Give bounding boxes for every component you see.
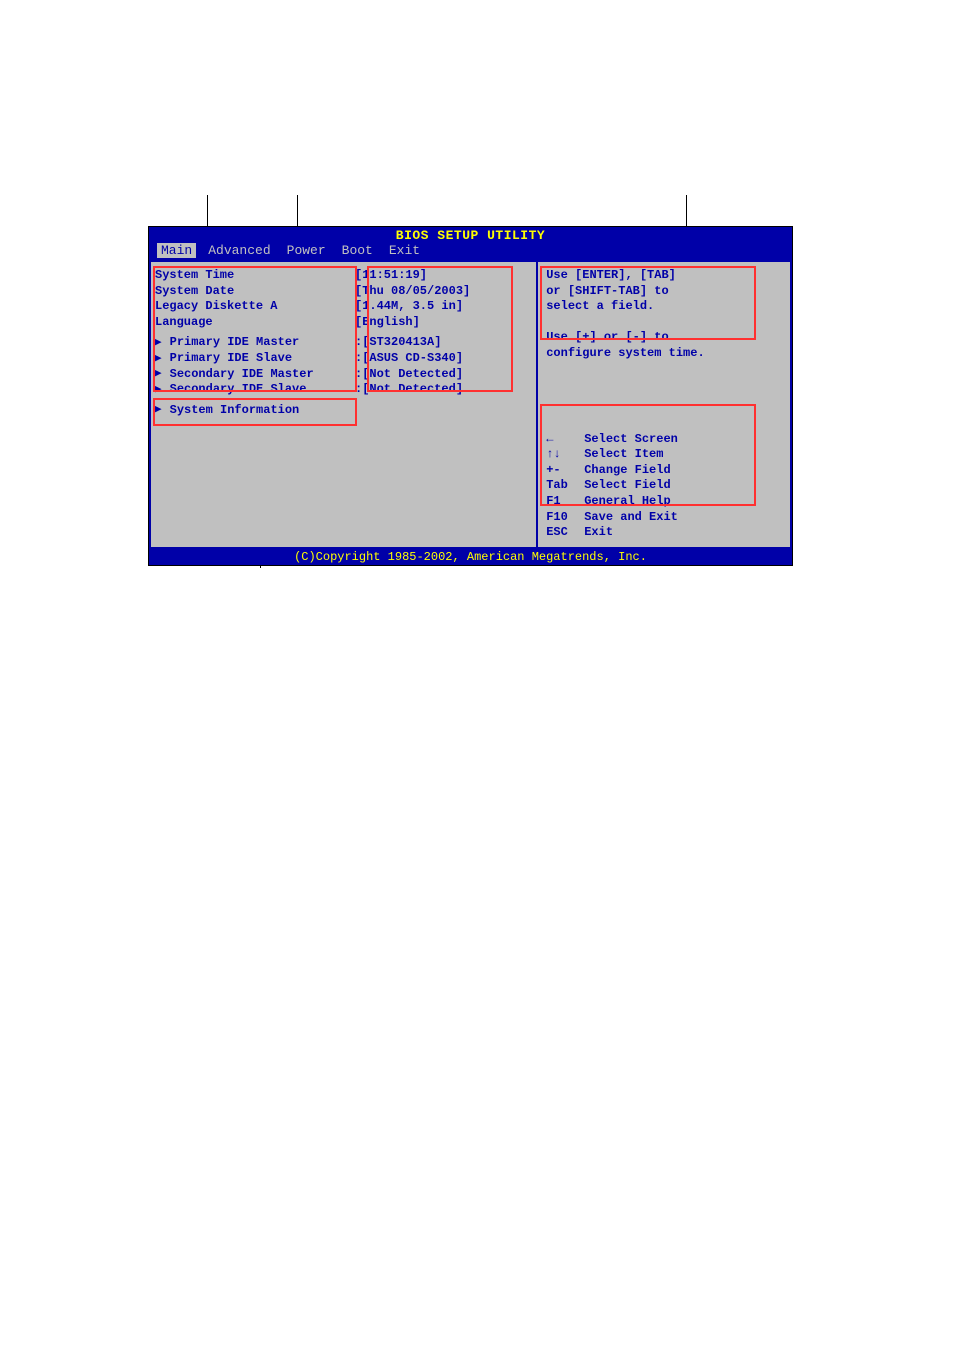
field-label: Secondary IDE Slave [170, 382, 307, 398]
field-secondary-ide-slave[interactable]: ▶ Secondary IDE Slave :[Not Detected] [155, 382, 532, 398]
field-label: Legacy Diskette A [155, 299, 355, 315]
menu-exit[interactable]: Exit [389, 243, 436, 258]
field-primary-ide-master[interactable]: ▶ Primary IDE Master :[ST320413A] [155, 335, 532, 351]
help-panel: Use [ENTER], [TAB] or [SHIFT-TAB] to sel… [536, 260, 792, 549]
field-system-information[interactable]: ▶ System Information [155, 403, 532, 419]
content-area: System Time [11:51:19] System Date [Thu … [149, 260, 792, 549]
field-value: [1.44M, 3.5 in] [355, 299, 463, 315]
field-system-time[interactable]: System Time [11:51:19] [155, 268, 532, 284]
highlight-nav-keys [540, 404, 756, 506]
menu-boot[interactable]: Boot [342, 243, 389, 258]
field-label: Primary IDE Slave [170, 351, 292, 367]
nav-save-exit: F10Save and Exit [546, 510, 782, 526]
menu-power[interactable]: Power [287, 243, 342, 258]
field-label: System Time [155, 268, 355, 284]
bios-window: BIOS SETUP UTILITY Main Advanced Power B… [148, 226, 793, 566]
menu-bar: Main Advanced Power Boot Exit [149, 243, 792, 260]
field-label: Secondary IDE Master [170, 367, 314, 383]
menu-main[interactable]: Main [157, 243, 196, 258]
field-value: :[Not Detected] [355, 382, 463, 398]
field-value: :[ST320413A] [355, 335, 441, 351]
arrow-right-icon: ▶ [155, 403, 162, 417]
field-value: [English] [355, 315, 420, 331]
field-system-date[interactable]: System Date [Thu 08/05/2003] [155, 284, 532, 300]
bios-title: BIOS SETUP UTILITY [149, 227, 792, 243]
nav-key: ESC [546, 525, 584, 541]
field-value: :[ASUS CD-S340] [355, 351, 463, 367]
field-label: System Date [155, 284, 355, 300]
field-value: :[Not Detected] [355, 367, 463, 383]
callout-line [686, 195, 687, 228]
arrow-right-icon: ▶ [155, 367, 162, 381]
menu-advanced[interactable]: Advanced [208, 243, 286, 258]
field-label: System Information [170, 403, 300, 419]
arrow-right-icon: ▶ [155, 383, 162, 397]
arrow-right-icon: ▶ [155, 336, 162, 350]
help-line: configure system time. [546, 346, 782, 362]
nav-key: F10 [546, 510, 584, 526]
nav-exit: ESCExit [546, 525, 782, 541]
arrow-right-icon: ▶ [155, 352, 162, 366]
field-value: [11:51:19] [355, 268, 427, 284]
highlight-help-text [540, 266, 756, 340]
nav-desc: Exit [584, 525, 613, 541]
field-legacy-diskette[interactable]: Legacy Diskette A [1.44M, 3.5 in] [155, 299, 532, 315]
callout-line [297, 195, 298, 228]
field-value: [Thu 08/05/2003] [355, 284, 470, 300]
field-label: Language [155, 315, 355, 331]
field-label: Primary IDE Master [170, 335, 300, 351]
callout-line [207, 195, 208, 228]
nav-desc: Save and Exit [584, 510, 678, 526]
bios-footer: (C)Copyright 1985-2002, American Megatre… [149, 549, 792, 565]
field-primary-ide-slave[interactable]: ▶ Primary IDE Slave :[ASUS CD-S340] [155, 351, 532, 367]
left-panel: System Time [11:51:19] System Date [Thu … [149, 260, 536, 549]
field-language[interactable]: Language [English] [155, 315, 532, 331]
field-secondary-ide-master[interactable]: ▶ Secondary IDE Master :[Not Detected] [155, 367, 532, 383]
